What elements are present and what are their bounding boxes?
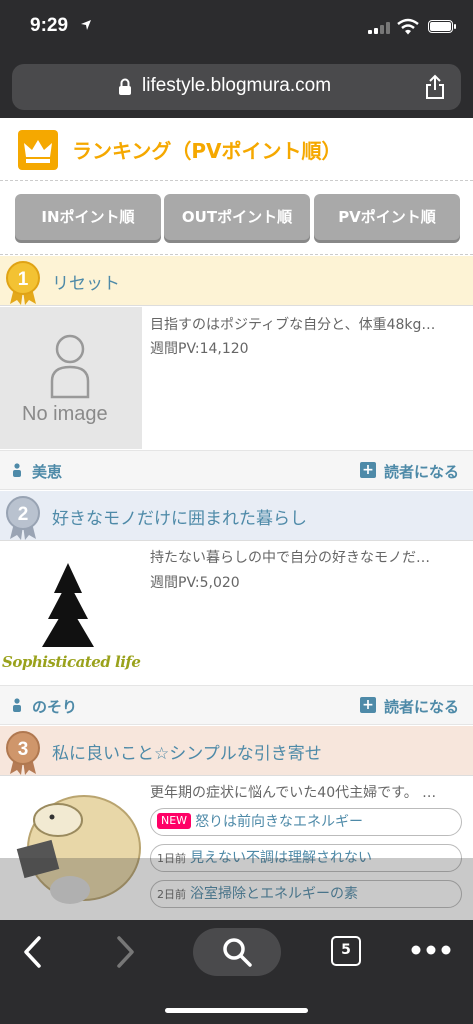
url-bar-container: lifestyle.blogmura.com [0,56,473,118]
location-arrow-icon [81,20,91,30]
ranking-header: ランキング（PVポイント順） [0,118,473,180]
logo-text: Sophisticated life [2,653,141,671]
url-bar[interactable]: lifestyle.blogmura.com [12,64,461,110]
blog-name[interactable]: リセット [52,269,120,294]
medal-icon: 2 [6,496,40,540]
more-icon[interactable] [410,944,452,956]
no-image-placeholder-icon [50,334,90,399]
blog-description: 持たない暮らしの中で自分の好きなモノだ… [150,550,430,566]
home-indicator [165,1008,308,1013]
battery-icon [428,20,456,33]
entry-title: 怒りは前向きなエネルギー [195,814,364,830]
follow-button[interactable]: 読者になる [384,461,459,482]
divider [0,180,473,181]
page-title: ランキング（PVポイント順） [72,139,342,163]
rank-2-header[interactable]: 2 好きなモノだけに囲まれた暮らし [0,491,473,541]
no-image-label: No image [22,403,108,425]
divider [0,254,473,255]
toolbar-fade [0,858,473,920]
plus-icon: + [360,462,376,478]
url-text: lifestyle.blogmura.com [142,75,332,96]
author-name[interactable]: 美恵 [32,461,62,482]
search-icon [223,938,252,967]
sort-in-button[interactable]: INポイント順 [15,194,161,240]
author-row: のそり + 読者になる [0,685,473,725]
signal-icon [368,22,390,34]
blog-name[interactable]: 私に良いこと☆シンプルな引き寄せ [52,739,322,764]
crown-icon [18,130,58,170]
status-bar: 9:29 [0,0,473,56]
status-time: 9:29 [30,15,69,36]
back-icon[interactable] [20,934,46,970]
blog-thumbnail[interactable]: No image [0,307,142,449]
weekly-pv: 週間PV:14,120 [150,341,249,357]
forward-icon[interactable] [112,934,138,970]
sort-pv-button[interactable]: PVポイント順 [314,194,460,240]
person-icon [13,698,21,712]
author-row: 美恵 + 読者になる [0,450,473,490]
tabs-icon[interactable]: 5 [331,936,361,966]
blog-name[interactable]: 好きなモノだけに囲まれた暮らし [52,504,307,529]
blog-description: 目指すのはポジティブな自分と、体重48kg… [150,317,436,333]
weekly-pv: 週間PV:5,020 [150,575,240,591]
author-name[interactable]: のそり [32,696,77,717]
share-icon[interactable] [424,74,446,100]
lock-icon [119,78,131,95]
search-button[interactable] [193,928,281,976]
medal-icon: 1 [6,261,40,305]
medal-icon: 3 [6,731,40,775]
plus-icon: + [360,697,376,713]
recent-entry[interactable]: NEW 怒りは前向きなエネルギー [150,808,462,836]
svg-text:3: 3 [18,739,29,760]
svg-text:2: 2 [18,504,29,525]
rank-3-header[interactable]: 3 私に良いこと☆シンプルな引き寄せ [0,726,473,776]
svg-text:1: 1 [18,269,29,290]
follow-button[interactable]: 読者になる [384,696,459,717]
new-badge: NEW [157,813,192,829]
rank-1-header[interactable]: 1 リセット [0,256,473,306]
person-icon [13,463,21,477]
wifi-icon [397,18,419,35]
blog-thumbnail[interactable]: Sophisticated life [0,543,142,685]
blog-description: 更年期の症状に悩んでいた40代主婦です。 … [150,785,437,801]
sort-out-button[interactable]: OUTポイント順 [164,194,310,240]
